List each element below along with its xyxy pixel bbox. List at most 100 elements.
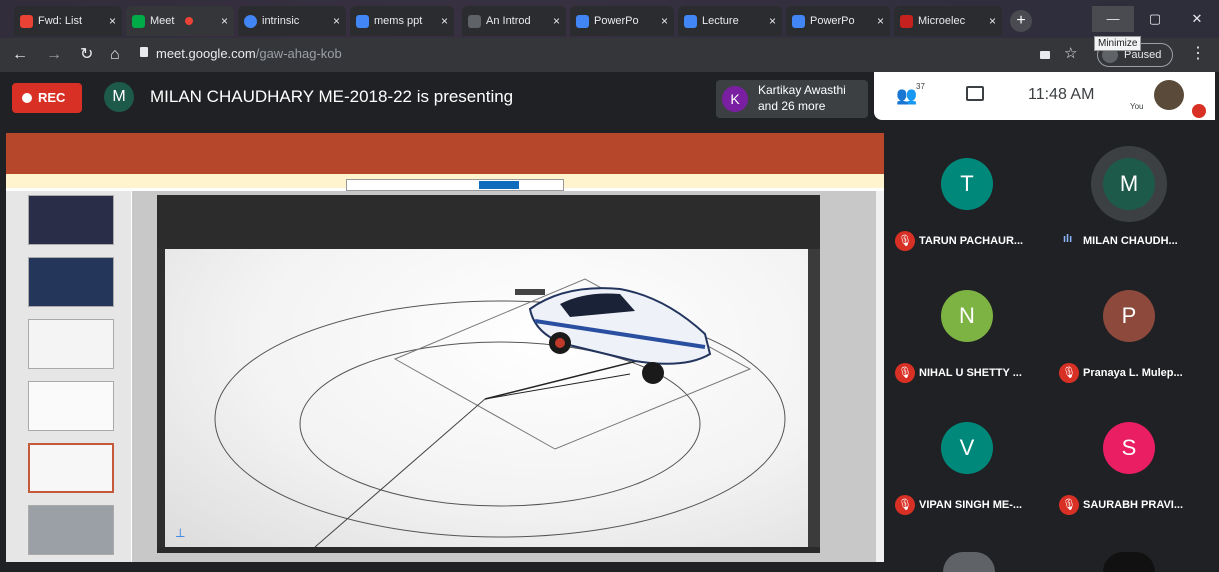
close-icon[interactable]: × — [553, 14, 560, 28]
close-icon[interactable]: × — [661, 14, 668, 28]
camera-icon[interactable] — [1040, 51, 1050, 59]
url-host: meet.google.com — [156, 46, 256, 61]
tab-label: An Introd — [486, 15, 531, 27]
participant-name: MILAN CHAUDH... — [1083, 235, 1178, 247]
viewer-name: Kartikay Awasthi — [758, 83, 846, 97]
slide-thumbnail[interactable] — [28, 319, 114, 369]
participant-tile[interactable]: V 🎙 VIPAN SINGH ME-... — [889, 404, 1053, 524]
cad-side-toolbar — [157, 249, 165, 547]
people-icon[interactable]: 👥 — [896, 86, 917, 106]
car-model — [515, 287, 712, 384]
browser-tab-strip: Fwd: List × Meet × intrinsic × mems ppt … — [0, 0, 1219, 38]
gmail-icon — [20, 14, 33, 28]
page-icon — [900, 14, 913, 28]
participant-avatar: M — [1103, 158, 1155, 210]
participant-avatar-partial — [943, 552, 995, 572]
cad-toolbar — [157, 195, 820, 249]
home-icon[interactable]: ⌂ — [110, 46, 120, 64]
meet-controls-panel: 👥 37 11:48 AM You — [874, 72, 1215, 120]
sharing-notice-bar — [346, 179, 564, 191]
self-mic-off-icon — [1192, 104, 1206, 118]
page-icon — [468, 14, 481, 28]
participants-joined-chip[interactable]: K Kartikay Awasthi and 26 more — [716, 80, 868, 118]
record-dot-icon — [22, 93, 32, 103]
close-icon[interactable]: × — [989, 14, 996, 28]
mic-off-icon: 🎙 — [895, 495, 915, 515]
sketch-line — [484, 358, 646, 400]
self-avatar[interactable] — [1154, 80, 1184, 110]
participant-avatar: S — [1103, 422, 1155, 474]
tab-meet[interactable]: Meet × — [126, 6, 234, 36]
close-window-button[interactable]: ✕ — [1176, 6, 1218, 32]
docs-icon — [684, 14, 697, 28]
close-icon[interactable]: × — [333, 14, 340, 28]
cad-status-bar — [157, 547, 820, 553]
slide-thumbnail[interactable] — [28, 381, 114, 431]
cad-model-view: ⊥ — [175, 278, 786, 547]
recording-badge[interactable]: REC — [12, 83, 82, 113]
url-text: meet.google.com/gaw-ahag-kob — [156, 46, 342, 61]
powerpoint-ribbon-tabs — [6, 150, 884, 174]
cad-canvas: ⊥ — [165, 249, 808, 547]
tab-powerpoint-2[interactable]: PowerPo × — [786, 6, 890, 36]
participant-avatar: T — [941, 158, 993, 210]
slide-thumbnail[interactable] — [28, 195, 114, 245]
stop-sharing-button[interactable] — [479, 181, 519, 189]
participant-tile[interactable]: P 🎙 Pranaya L. Mulep... — [1053, 272, 1217, 392]
lock-icon — [140, 47, 148, 57]
participant-tile[interactable]: S 🎙 SAURABH PRAVI... — [1053, 404, 1217, 524]
slide-thumbnail[interactable] — [28, 443, 114, 493]
chat-icon[interactable] — [966, 86, 984, 101]
mic-off-icon: 🎙 — [1059, 495, 1079, 515]
slide-thumbnail[interactable] — [28, 505, 114, 555]
url-path: /gaw-ahag-kob — [255, 46, 342, 61]
slides-icon — [356, 14, 369, 28]
participant-avatar: V — [941, 422, 993, 474]
close-icon[interactable]: × — [877, 14, 884, 28]
viewer-more: and 26 more — [758, 99, 826, 113]
participant-tile[interactable]: M ılı MILAN CHAUDH... — [1053, 140, 1217, 260]
axis-triad-icon: ⊥ — [175, 526, 185, 540]
new-tab-button[interactable]: + — [1010, 10, 1032, 32]
recording-indicator-icon — [185, 17, 194, 25]
mic-off-icon: 🎙 — [895, 231, 915, 251]
reload-icon[interactable]: ↻ — [80, 46, 93, 64]
star-icon[interactable]: ☆ — [1064, 45, 1077, 63]
slide-scrollbar[interactable] — [876, 191, 884, 562]
close-icon[interactable]: × — [221, 14, 228, 28]
tab-lecture[interactable]: Lecture × — [678, 6, 782, 36]
participant-name: VIPAN SINGH ME-... — [919, 499, 1023, 511]
tab-microelec[interactable]: Microelec × — [894, 6, 1002, 36]
back-icon[interactable]: ← — [12, 46, 28, 64]
maximize-button[interactable]: ▢ — [1134, 6, 1176, 32]
minimize-button[interactable]: — — [1092, 6, 1134, 32]
powerpoint-title-bar — [6, 133, 884, 150]
viewer-avatar: K — [722, 86, 748, 112]
docs-icon — [576, 14, 589, 28]
tab-label: Fwd: List — [38, 15, 83, 27]
tab-intrinsic[interactable]: intrinsic × — [238, 6, 346, 36]
close-icon[interactable]: × — [441, 14, 448, 28]
close-icon[interactable]: × — [109, 14, 116, 28]
participant-tile[interactable]: T 🎙 TARUN PACHAUR... — [889, 140, 1053, 260]
you-label: You — [1130, 102, 1144, 111]
close-icon[interactable]: × — [769, 14, 776, 28]
slide-thumbnail[interactable] — [28, 257, 114, 307]
tab-mems-ppt[interactable]: mems ppt × — [350, 6, 454, 36]
sketch-ellipse-inner — [299, 341, 701, 507]
menu-icon[interactable]: ⋮ — [1190, 45, 1206, 63]
participant-name: SAURABH PRAVI... — [1083, 499, 1184, 511]
tab-label: Meet — [150, 15, 175, 27]
participant-avatar: P — [1103, 290, 1155, 342]
address-bar: ← → ↻ ⌂ meet.google.com/gaw-ahag-kob ☆ P… — [0, 38, 1219, 72]
tab-an-introd[interactable]: An Introd × — [462, 6, 566, 36]
tab-label: mems ppt — [374, 15, 423, 27]
url-field[interactable]: meet.google.com/gaw-ahag-kob — [138, 42, 1018, 68]
tab-gmail[interactable]: Fwd: List × — [14, 6, 122, 36]
forward-icon[interactable]: → — [46, 46, 62, 64]
participant-tile[interactable]: N 🎙 NIHAL U SHETTY ... — [889, 272, 1053, 392]
sketch-line — [484, 373, 631, 400]
tab-label: Microelec — [918, 15, 966, 27]
tab-powerpoint-1[interactable]: PowerPo × — [570, 6, 674, 36]
meet-icon — [132, 14, 145, 28]
